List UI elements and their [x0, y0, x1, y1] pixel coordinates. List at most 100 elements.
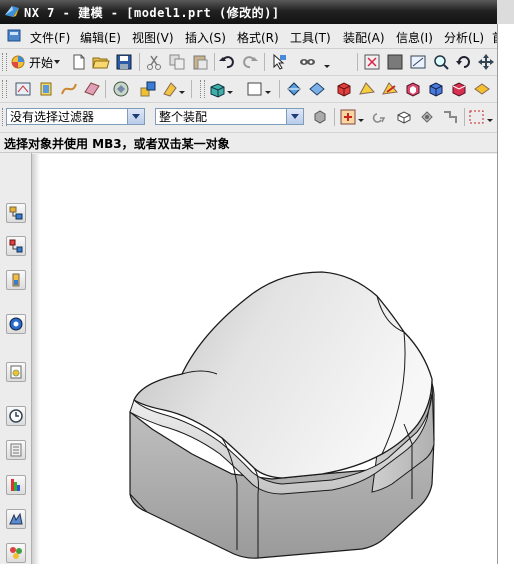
graphics-window-shadow [32, 154, 40, 564]
trim-button[interactable] [381, 80, 399, 98]
save-button[interactable] [115, 53, 133, 71]
graphics-window[interactable] [32, 154, 497, 564]
shell-button[interactable] [404, 80, 422, 98]
rectangle-select-button[interactable] [468, 108, 496, 126]
cue-line: 选择对象并使用 MB3，或者双击某一对象 [0, 133, 497, 153]
chamfer-icon [452, 82, 466, 97]
new-file-button[interactable] [70, 53, 88, 71]
web-browser-tab[interactable] [6, 362, 26, 382]
toolbar-separator [105, 80, 106, 98]
sketch-button[interactable] [14, 80, 32, 98]
assembly-button[interactable] [139, 80, 157, 98]
pan-icon [478, 54, 494, 70]
start-icon [11, 55, 25, 69]
offset-face-button[interactable] [473, 80, 491, 98]
rotate-button[interactable] [455, 53, 473, 71]
toolbar-separator [139, 53, 140, 71]
selection-options-button[interactable] [311, 108, 329, 126]
view-fit-button[interactable] [363, 53, 381, 71]
curve-button[interactable] [60, 80, 78, 98]
insert-rectangle-button[interactable] [246, 80, 274, 98]
toolbar-separator [334, 108, 335, 126]
roles-tab[interactable] [6, 509, 26, 529]
paste-button[interactable] [191, 53, 209, 71]
select-body-button[interactable] [395, 108, 413, 126]
link-icon [372, 113, 386, 123]
insert-body-icon [210, 83, 233, 98]
datum-button[interactable] [37, 80, 55, 98]
process-studio-tab[interactable] [6, 475, 26, 495]
view-fit-icon [364, 54, 380, 70]
chamfer-button[interactable] [450, 80, 468, 98]
red-block-button[interactable] [335, 80, 353, 98]
rectangle-icon [247, 82, 271, 96]
redo-icon [243, 56, 258, 69]
open-button[interactable] [92, 53, 110, 71]
touch-mode-icon [300, 59, 315, 65]
palette-tab[interactable] [6, 543, 26, 563]
start-button[interactable]: 开始 [10, 53, 61, 71]
zoom-button[interactable] [432, 53, 450, 71]
shaded-view-button[interactable] [386, 53, 404, 71]
part-navigator-tab[interactable] [6, 270, 26, 290]
chevron-down-icon[interactable] [127, 109, 144, 124]
shell-icon [406, 82, 420, 97]
menu-tools[interactable]: 工具(T) [290, 29, 331, 46]
system-materials-icon [10, 443, 22, 457]
wireframe-view-button[interactable] [409, 53, 427, 71]
reuse-library-tab[interactable] [6, 314, 26, 334]
yellow-face-button[interactable] [358, 80, 376, 98]
solid-model[interactable] [32, 154, 497, 564]
undo-button[interactable] [218, 53, 236, 71]
blend-button[interactable] [427, 80, 445, 98]
snap-point-button[interactable] [339, 108, 367, 126]
selection-toolbar: 没有选择过滤器 整个装配 [0, 104, 497, 133]
analysis-icon [113, 81, 129, 97]
link-button[interactable] [372, 108, 390, 126]
move-component-icon [444, 111, 457, 123]
window-title-bar[interactable]: NX 7 - 建模 - [model1.prt (修改的)] [0, 0, 514, 24]
select-button[interactable] [270, 53, 288, 71]
toolbar-overflow-button[interactable] [322, 53, 332, 71]
touch-mode-button[interactable] [297, 53, 321, 71]
constraint-navigator-icon [9, 239, 23, 253]
menu-analysis[interactable]: 分析(L) [444, 29, 484, 46]
toolbar-grip[interactable] [2, 80, 7, 98]
menu-insert[interactable]: 插入(S) [185, 29, 226, 46]
feature-dropdown-button[interactable] [162, 80, 186, 98]
toolbar-grip[interactable] [200, 80, 205, 98]
analysis-button[interactable] [112, 80, 130, 98]
scope-filter-dropdown[interactable]: 整个装配 [155, 108, 304, 125]
history-tab[interactable] [6, 406, 26, 426]
constraint-navigator-tab[interactable] [6, 236, 26, 256]
menu-bar: 文件(F) 编辑(E) 视图(V) 插入(S) 格式(R) 工具(T) 装配(A… [0, 24, 497, 49]
cut-button[interactable] [145, 53, 163, 71]
system-materials-tab[interactable] [6, 440, 26, 460]
undo-icon [219, 56, 234, 69]
menu-assemblies[interactable]: 装配(A) [343, 29, 385, 46]
type-filter-dropdown[interactable]: 没有选择过滤器 [6, 108, 145, 125]
menu-edit[interactable]: 编辑(E) [80, 29, 121, 46]
menu-format[interactable]: 格式(R) [237, 29, 279, 46]
chevron-down-icon[interactable] [286, 109, 303, 124]
copy-button[interactable] [168, 53, 186, 71]
feature-select-button[interactable] [418, 108, 436, 126]
pan-button[interactable] [477, 53, 495, 71]
menu-preferences[interactable]: 首 [492, 29, 497, 46]
menu-file[interactable]: 文件(F) [30, 29, 70, 46]
move-component-button[interactable] [441, 108, 459, 126]
assembly-navigator-tab[interactable] [6, 203, 26, 223]
menu-view[interactable]: 视图(V) [132, 29, 174, 46]
roles-icon [9, 512, 23, 525]
redo-button[interactable] [241, 53, 259, 71]
gem-shape-button[interactable] [285, 80, 303, 98]
datum-icon [40, 82, 52, 96]
blue-solid-button[interactable] [308, 80, 326, 98]
type-filter-value: 没有选择过滤器 [10, 110, 95, 124]
toolbar-grip[interactable] [2, 53, 7, 71]
feature-icon [163, 82, 185, 97]
menu-information[interactable]: 信息(I) [396, 29, 433, 46]
surface-button[interactable] [83, 80, 101, 98]
toolbar-separator [191, 80, 192, 98]
insert-body-button[interactable] [208, 80, 236, 98]
